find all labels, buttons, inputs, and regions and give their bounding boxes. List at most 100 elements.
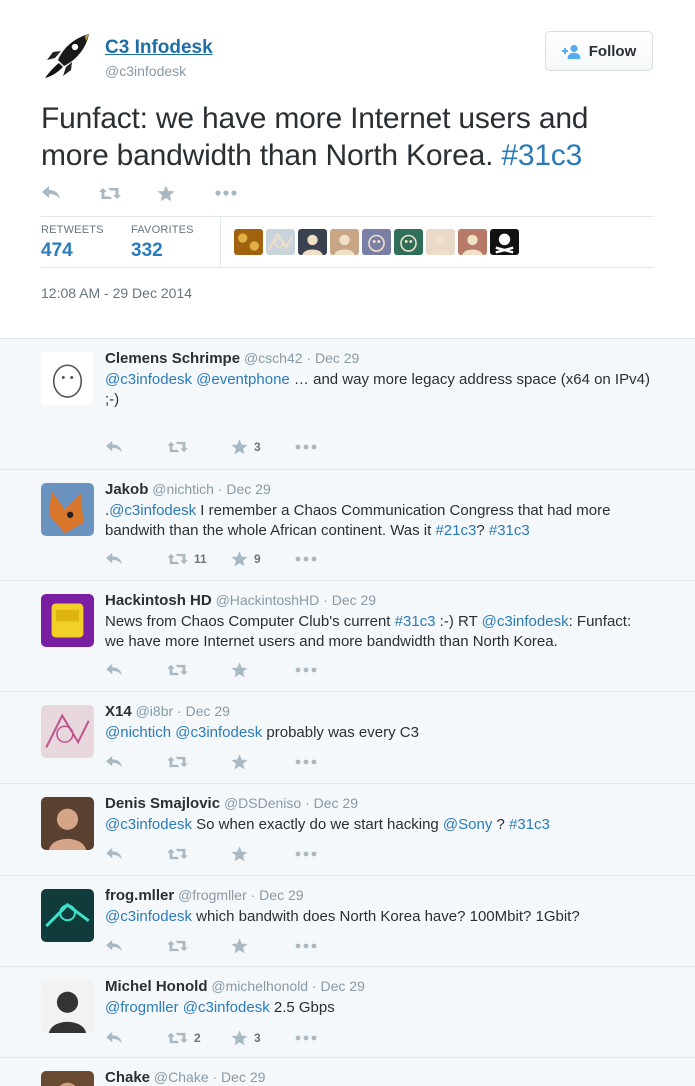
favorite-button[interactable] [231, 846, 295, 862]
favorites-stat[interactable]: FAVORITES 332 [131, 224, 194, 262]
reply-actions [105, 660, 335, 680]
reply-button[interactable] [105, 552, 167, 566]
cartoon-avatar[interactable] [362, 229, 391, 255]
reply-header: Clemens Schrimpe @csch42 · Dec 29 [105, 350, 359, 367]
tweet-text: Funfact: we have more Internet users and… [41, 100, 661, 174]
mention-link[interactable]: @nichtich [105, 724, 171, 741]
more-button[interactable] [295, 851, 335, 857]
more-button[interactable] [295, 667, 335, 673]
avatar[interactable] [41, 594, 94, 647]
mention-link[interactable]: @c3infodesk [175, 724, 262, 741]
more-icon [295, 851, 317, 857]
more-button[interactable] [295, 943, 335, 949]
retweet-button[interactable]: 11 [167, 552, 231, 566]
retweet-button[interactable]: 2 [167, 1031, 231, 1045]
more-button[interactable] [295, 556, 335, 562]
reply-button[interactable] [105, 440, 167, 454]
mention-link[interactable]: @c3infodesk [183, 999, 270, 1016]
mention-link[interactable]: @frogmller [105, 999, 179, 1016]
mention-link[interactable]: @eventphone [196, 371, 290, 388]
rocket-logo-avatar[interactable] [41, 30, 93, 82]
reply-author-name[interactable]: X14 [105, 703, 132, 720]
reply-tweet[interactable]: Chake @Chake · Dec 29 [0, 1058, 695, 1086]
avatar[interactable] [41, 889, 94, 942]
hashtag-link[interactable]: #31c3 [509, 816, 550, 833]
retweets-stat[interactable]: RETWEETS 474 [41, 224, 104, 262]
author-name[interactable]: C3 Infodesk [105, 37, 213, 59]
reply-author-name[interactable]: Jakob [105, 481, 148, 498]
reply-author-name[interactable]: Clemens Schrimpe [105, 350, 240, 367]
person-avatar[interactable] [458, 229, 487, 255]
favorite-button[interactable] [231, 662, 295, 678]
reply-button[interactable] [41, 183, 99, 203]
favorite-button[interactable] [231, 938, 295, 954]
reply-tweet[interactable]: Michel Honold @michelhonold · Dec 29 @fro… [0, 967, 695, 1058]
favorite-button[interactable]: 9 [231, 551, 295, 567]
reply-tweet[interactable]: X14 @i8br · Dec 29 @nichtich @c3infodesk … [0, 692, 695, 784]
person-avatar[interactable] [298, 229, 327, 255]
reply-text-segment: News from Chaos Computer Club's current [105, 613, 395, 630]
mention-link[interactable]: @c3infodesk [109, 502, 196, 519]
more-button[interactable] [295, 759, 335, 765]
reply-button[interactable] [105, 939, 167, 953]
mention-link[interactable]: @Sony [443, 816, 492, 833]
reply-button[interactable] [105, 1031, 167, 1045]
avatar[interactable] [41, 1071, 94, 1086]
reply-tweet[interactable]: Hackintosh HD @HackintoshHD · Dec 29 News… [0, 581, 695, 692]
reply-author-name[interactable]: Hackintosh HD [105, 592, 212, 609]
reply-header: frog.mller @frogmller · Dec 29 [105, 887, 304, 904]
mention-link[interactable]: @c3infodesk [105, 816, 192, 833]
reply-author-name[interactable]: Michel Honold [105, 978, 208, 995]
retweet-button[interactable] [167, 440, 231, 454]
star-icon [157, 185, 175, 201]
avatar[interactable] [41, 980, 94, 1033]
favorite-button[interactable] [157, 183, 215, 203]
reply-button[interactable] [105, 755, 167, 769]
retweet-button[interactable] [167, 939, 231, 953]
reply-author-name[interactable]: frog.mller [105, 887, 174, 904]
favorite-button[interactable]: 3 [231, 1030, 295, 1046]
tweet-actions [41, 183, 273, 203]
reply-handle-date: @HackintoshHD · Dec 29 [211, 592, 377, 608]
reply-tweet[interactable]: Jakob @nichtich · Dec 29 .@c3infodesk I r… [0, 470, 695, 581]
reply-tweet[interactable]: Clemens Schrimpe @csch42 · Dec 29 @c3info… [0, 339, 695, 470]
skull-crossbones-avatar[interactable] [490, 229, 519, 255]
mention-link[interactable]: @c3infodesk [105, 908, 192, 925]
retweet-button[interactable] [99, 183, 157, 203]
follow-label: Follow [588, 42, 637, 60]
more-button[interactable] [295, 1035, 335, 1041]
retweet-button[interactable] [167, 755, 231, 769]
follow-button[interactable]: Follow [545, 31, 653, 71]
person-avatar[interactable] [330, 229, 359, 255]
reply-text: @c3infodesk @eventphone … and way more l… [105, 370, 650, 410]
creature-avatar[interactable] [394, 229, 423, 255]
reply-tweet[interactable]: frog.mller @frogmller · Dec 29 @c3infodes… [0, 876, 695, 967]
pattern-avatar[interactable] [234, 229, 263, 255]
reply-actions: 11 9 [105, 549, 335, 569]
retweet-button[interactable] [167, 847, 231, 861]
reply-tweet[interactable]: Denis Smajlovic @DSDeniso · Dec 29 @c3inf… [0, 784, 695, 876]
tweet-hashtag[interactable]: #31c3 [501, 139, 582, 172]
avatar[interactable] [41, 483, 94, 536]
replies-list: Clemens Schrimpe @csch42 · Dec 29 @c3info… [0, 339, 695, 1086]
more-button[interactable] [295, 444, 335, 450]
hashtag-link[interactable]: #21c3 [435, 522, 476, 539]
person-avatar[interactable] [426, 229, 455, 255]
retweet-button[interactable] [167, 663, 231, 677]
hashtag-link[interactable]: #31c3 [395, 613, 436, 630]
reply-author-name[interactable]: Denis Smajlovic [105, 795, 220, 812]
mention-link[interactable]: @c3infodesk [482, 613, 569, 630]
reply-button[interactable] [105, 663, 167, 677]
avatar[interactable] [41, 352, 94, 405]
reply-handle-date: @michelhonold · Dec 29 [207, 978, 365, 994]
sketch-avatar[interactable] [266, 229, 295, 255]
hashtag-link[interactable]: #31c3 [489, 522, 530, 539]
favorite-button[interactable]: 3 [231, 439, 295, 455]
more-button[interactable] [215, 183, 273, 203]
avatar[interactable] [41, 797, 94, 850]
mention-link[interactable]: @c3infodesk [105, 371, 192, 388]
favorite-button[interactable] [231, 754, 295, 770]
avatar[interactable] [41, 705, 94, 758]
reply-author-name[interactable]: Chake [105, 1069, 150, 1086]
reply-button[interactable] [105, 847, 167, 861]
